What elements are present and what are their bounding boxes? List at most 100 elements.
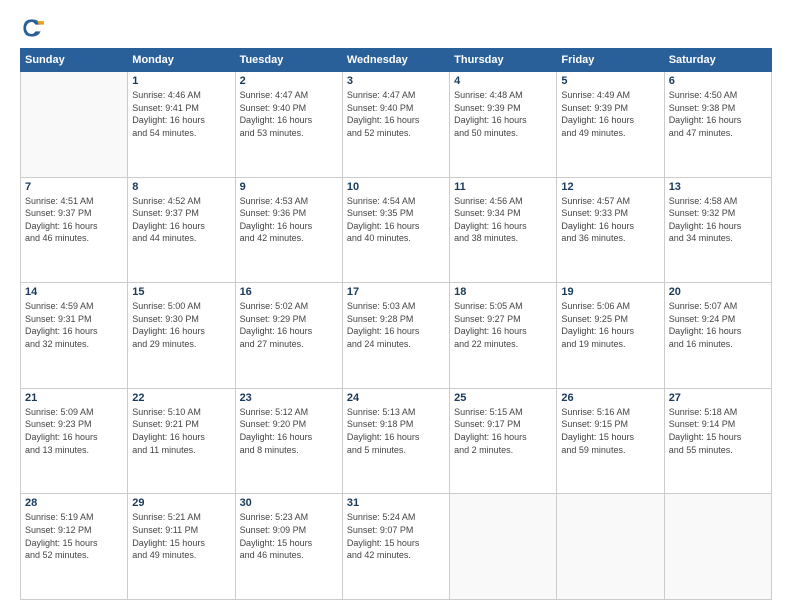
day-info: Sunrise: 5:10 AM Sunset: 9:21 PM Dayligh… xyxy=(132,406,230,456)
calendar-cell: 27 Sunrise: 5:18 AM Sunset: 9:14 PM Dayli… xyxy=(664,388,771,494)
day-info: Sunrise: 5:16 AM Sunset: 9:15 PM Dayligh… xyxy=(561,406,659,456)
day-info: Sunrise: 4:56 AM Sunset: 9:34 PM Dayligh… xyxy=(454,195,552,245)
day-info: Sunrise: 5:05 AM Sunset: 9:27 PM Dayligh… xyxy=(454,300,552,350)
day-number: 20 xyxy=(669,286,767,298)
day-info: Sunrise: 5:03 AM Sunset: 9:28 PM Dayligh… xyxy=(347,300,445,350)
calendar-cell: 25 Sunrise: 5:15 AM Sunset: 9:17 PM Dayli… xyxy=(450,388,557,494)
calendar-cell: 9Sunrise: 4:53 AM Sunset: 9:36 PM Daylig… xyxy=(235,177,342,283)
day-number: 8 xyxy=(132,181,230,193)
week-row-1: 1 Sunrise: 4:46 AM Sunset: 9:41 PM Daylig… xyxy=(21,72,772,178)
day-info: Sunrise: 5:21 AM Sunset: 9:11 PM Dayligh… xyxy=(132,511,230,561)
day-info: Sunrise: 5:00 AM Sunset: 9:30 PM Dayligh… xyxy=(132,300,230,350)
day-info: Sunrise: 4:48 AM Sunset: 9:39 PM Dayligh… xyxy=(454,89,552,139)
day-info: Sunrise: 4:46 AM Sunset: 9:41 PM Dayligh… xyxy=(132,89,230,139)
day-number: 26 xyxy=(561,392,659,404)
calendar-cell: 11 Sunrise: 4:56 AM Sunset: 9:34 PM Dayli… xyxy=(450,177,557,283)
day-info: Sunrise: 4:47 AM Sunset: 9:40 PM Dayligh… xyxy=(240,89,338,139)
day-number: 10 xyxy=(347,181,445,193)
week-row-3: 14 Sunrise: 4:59 AM Sunset: 9:31 PM Dayli… xyxy=(21,283,772,389)
calendar-cell: 7Sunrise: 4:51 AM Sunset: 9:37 PM Daylig… xyxy=(21,177,128,283)
day-number: 31 xyxy=(347,497,445,509)
day-info: Sunrise: 5:13 AM Sunset: 9:18 PM Dayligh… xyxy=(347,406,445,456)
calendar-cell: 31 Sunrise: 5:24 AM Sunset: 9:07 PM Dayli… xyxy=(342,494,449,600)
calendar-cell: 13 Sunrise: 4:58 AM Sunset: 9:32 PM Dayli… xyxy=(664,177,771,283)
day-number: 28 xyxy=(25,497,123,509)
day-number: 30 xyxy=(240,497,338,509)
day-info: Sunrise: 5:02 AM Sunset: 9:29 PM Dayligh… xyxy=(240,300,338,350)
logo xyxy=(20,16,48,40)
day-number: 24 xyxy=(347,392,445,404)
calendar-cell: 18 Sunrise: 5:05 AM Sunset: 9:27 PM Dayli… xyxy=(450,283,557,389)
weekday-header-tuesday: Tuesday xyxy=(235,49,342,72)
day-info: Sunrise: 4:47 AM Sunset: 9:40 PM Dayligh… xyxy=(347,89,445,139)
day-info: Sunrise: 5:19 AM Sunset: 9:12 PM Dayligh… xyxy=(25,511,123,561)
day-number: 7 xyxy=(25,181,123,193)
calendar-cell: 15 Sunrise: 5:00 AM Sunset: 9:30 PM Dayli… xyxy=(128,283,235,389)
week-row-4: 21Sunrise: 5:09 AM Sunset: 9:23 PM Dayli… xyxy=(21,388,772,494)
day-number: 23 xyxy=(240,392,338,404)
weekday-header-sunday: Sunday xyxy=(21,49,128,72)
day-info: Sunrise: 4:52 AM Sunset: 9:37 PM Dayligh… xyxy=(132,195,230,245)
week-row-5: 28 Sunrise: 5:19 AM Sunset: 9:12 PM Dayli… xyxy=(21,494,772,600)
day-info: Sunrise: 5:23 AM Sunset: 9:09 PM Dayligh… xyxy=(240,511,338,561)
calendar-cell: 6Sunrise: 4:50 AM Sunset: 9:38 PM Daylig… xyxy=(664,72,771,178)
weekday-header-row: SundayMondayTuesdayWednesdayThursdayFrid… xyxy=(21,49,772,72)
calendar-cell: 17Sunrise: 5:03 AM Sunset: 9:28 PM Dayli… xyxy=(342,283,449,389)
calendar-cell xyxy=(21,72,128,178)
day-number: 27 xyxy=(669,392,767,404)
weekday-header-thursday: Thursday xyxy=(450,49,557,72)
weekday-header-friday: Friday xyxy=(557,49,664,72)
day-info: Sunrise: 5:15 AM Sunset: 9:17 PM Dayligh… xyxy=(454,406,552,456)
calendar-cell: 12 Sunrise: 4:57 AM Sunset: 9:33 PM Dayli… xyxy=(557,177,664,283)
calendar-cell: 23 Sunrise: 5:12 AM Sunset: 9:20 PM Dayli… xyxy=(235,388,342,494)
day-info: Sunrise: 5:24 AM Sunset: 9:07 PM Dayligh… xyxy=(347,511,445,561)
calendar-cell: 20 Sunrise: 5:07 AM Sunset: 9:24 PM Dayli… xyxy=(664,283,771,389)
day-info: Sunrise: 5:07 AM Sunset: 9:24 PM Dayligh… xyxy=(669,300,767,350)
calendar-cell: 28 Sunrise: 5:19 AM Sunset: 9:12 PM Dayli… xyxy=(21,494,128,600)
calendar-cell xyxy=(450,494,557,600)
day-number: 16 xyxy=(240,286,338,298)
calendar-cell: 29 Sunrise: 5:21 AM Sunset: 9:11 PM Dayli… xyxy=(128,494,235,600)
day-number: 14 xyxy=(25,286,123,298)
calendar-cell: 26 Sunrise: 5:16 AM Sunset: 9:15 PM Dayli… xyxy=(557,388,664,494)
day-number: 11 xyxy=(454,181,552,193)
weekday-header-wednesday: Wednesday xyxy=(342,49,449,72)
calendar-cell: 10 Sunrise: 4:54 AM Sunset: 9:35 PM Dayli… xyxy=(342,177,449,283)
calendar-cell: 4Sunrise: 4:48 AM Sunset: 9:39 PM Daylig… xyxy=(450,72,557,178)
day-info: Sunrise: 4:59 AM Sunset: 9:31 PM Dayligh… xyxy=(25,300,123,350)
weekday-header-monday: Monday xyxy=(128,49,235,72)
day-number: 12 xyxy=(561,181,659,193)
calendar-cell: 5Sunrise: 4:49 AM Sunset: 9:39 PM Daylig… xyxy=(557,72,664,178)
calendar-cell: 8 Sunrise: 4:52 AM Sunset: 9:37 PM Daylig… xyxy=(128,177,235,283)
day-number: 22 xyxy=(132,392,230,404)
day-info: Sunrise: 5:18 AM Sunset: 9:14 PM Dayligh… xyxy=(669,406,767,456)
calendar-cell xyxy=(664,494,771,600)
day-number: 3 xyxy=(347,75,445,87)
day-number: 2 xyxy=(240,75,338,87)
day-number: 6 xyxy=(669,75,767,87)
day-number: 5 xyxy=(561,75,659,87)
day-info: Sunrise: 4:58 AM Sunset: 9:32 PM Dayligh… xyxy=(669,195,767,245)
calendar-cell: 24 Sunrise: 5:13 AM Sunset: 9:18 PM Dayli… xyxy=(342,388,449,494)
day-info: Sunrise: 5:12 AM Sunset: 9:20 PM Dayligh… xyxy=(240,406,338,456)
header xyxy=(20,16,772,40)
calendar-cell: 2 Sunrise: 4:47 AM Sunset: 9:40 PM Daylig… xyxy=(235,72,342,178)
day-number: 29 xyxy=(132,497,230,509)
calendar-cell: 22 Sunrise: 5:10 AM Sunset: 9:21 PM Dayli… xyxy=(128,388,235,494)
day-number: 25 xyxy=(454,392,552,404)
weekday-header-saturday: Saturday xyxy=(664,49,771,72)
calendar-page: SundayMondayTuesdayWednesdayThursdayFrid… xyxy=(0,0,792,612)
calendar-cell xyxy=(557,494,664,600)
day-info: Sunrise: 4:53 AM Sunset: 9:36 PM Dayligh… xyxy=(240,195,338,245)
day-number: 13 xyxy=(669,181,767,193)
day-info: Sunrise: 4:57 AM Sunset: 9:33 PM Dayligh… xyxy=(561,195,659,245)
logo-icon xyxy=(20,16,44,40)
calendar-cell: 19Sunrise: 5:06 AM Sunset: 9:25 PM Dayli… xyxy=(557,283,664,389)
day-number: 18 xyxy=(454,286,552,298)
day-number: 1 xyxy=(132,75,230,87)
calendar-cell: 30 Sunrise: 5:23 AM Sunset: 9:09 PM Dayli… xyxy=(235,494,342,600)
calendar-cell: 1 Sunrise: 4:46 AM Sunset: 9:41 PM Daylig… xyxy=(128,72,235,178)
day-info: Sunrise: 4:54 AM Sunset: 9:35 PM Dayligh… xyxy=(347,195,445,245)
day-info: Sunrise: 5:06 AM Sunset: 9:25 PM Dayligh… xyxy=(561,300,659,350)
day-number: 15 xyxy=(132,286,230,298)
